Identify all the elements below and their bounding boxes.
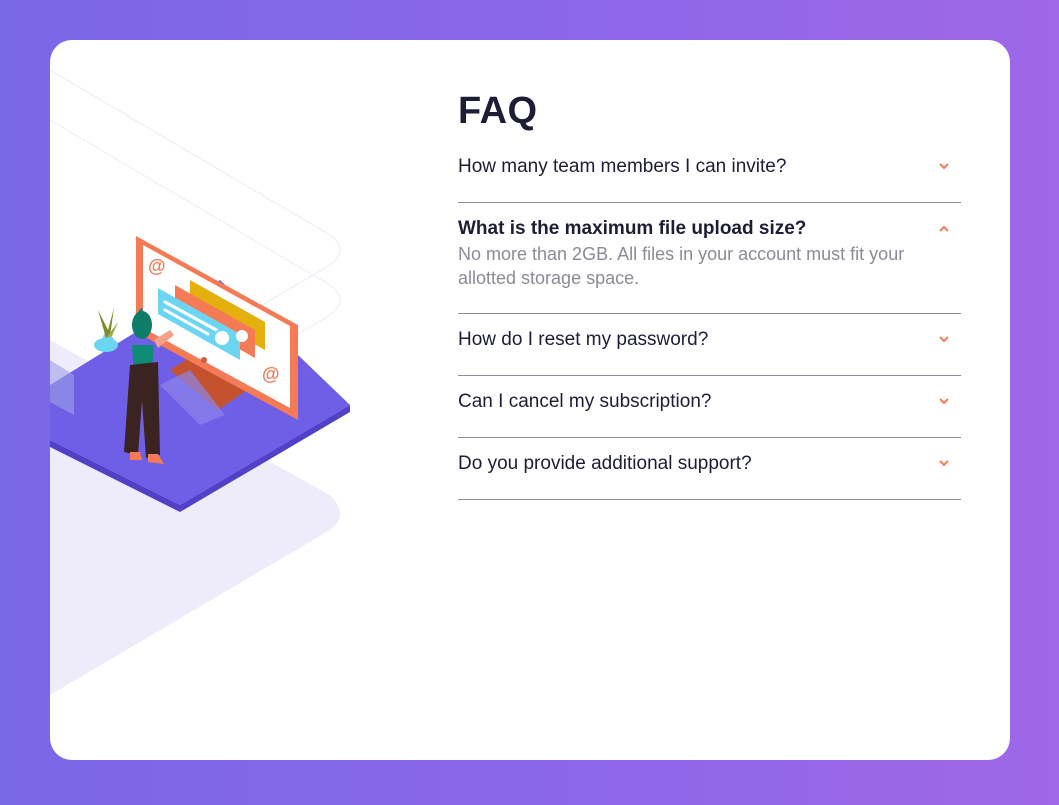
chevron-up-icon[interactable] bbox=[939, 225, 949, 232]
faq-item-additional-support[interactable]: Do you provide additional support? bbox=[458, 438, 961, 500]
faq-question[interactable]: Do you provide additional support? bbox=[458, 452, 961, 476]
faq-question[interactable]: How many team members I can invite? bbox=[458, 155, 961, 179]
faq-item-upload-size[interactable]: What is the maximum file upload size? No… bbox=[458, 203, 961, 314]
faq-item-team-members[interactable]: How many team members I can invite? bbox=[458, 155, 961, 203]
faq-item-cancel-subscription[interactable]: Can I cancel my subscription? bbox=[458, 376, 961, 438]
chevron-down-icon[interactable] bbox=[939, 336, 949, 343]
chevron-down-icon[interactable] bbox=[939, 163, 949, 170]
faq-card: @ @ FAQ How many team members I can invi… bbox=[50, 40, 1010, 760]
faq-section: FAQ How many team members I can invite? … bbox=[458, 90, 961, 500]
faq-title: FAQ bbox=[458, 90, 538, 132]
faq-answer: No more than 2GB. All files in your acco… bbox=[458, 244, 905, 288]
faq-item-reset-password[interactable]: How do I reset my password? bbox=[458, 314, 961, 376]
chevron-down-icon[interactable] bbox=[939, 460, 949, 467]
woman-at-computer-illustration: @ @ bbox=[50, 69, 350, 695]
svg-text:@: @ bbox=[262, 364, 280, 384]
faq-question[interactable]: What is the maximum file upload size? bbox=[458, 217, 961, 241]
faq-question[interactable]: How do I reset my password? bbox=[458, 328, 961, 352]
faq-question[interactable]: Can I cancel my subscription? bbox=[458, 390, 961, 414]
svg-text:@: @ bbox=[148, 256, 166, 276]
chevron-down-icon[interactable] bbox=[939, 398, 949, 405]
